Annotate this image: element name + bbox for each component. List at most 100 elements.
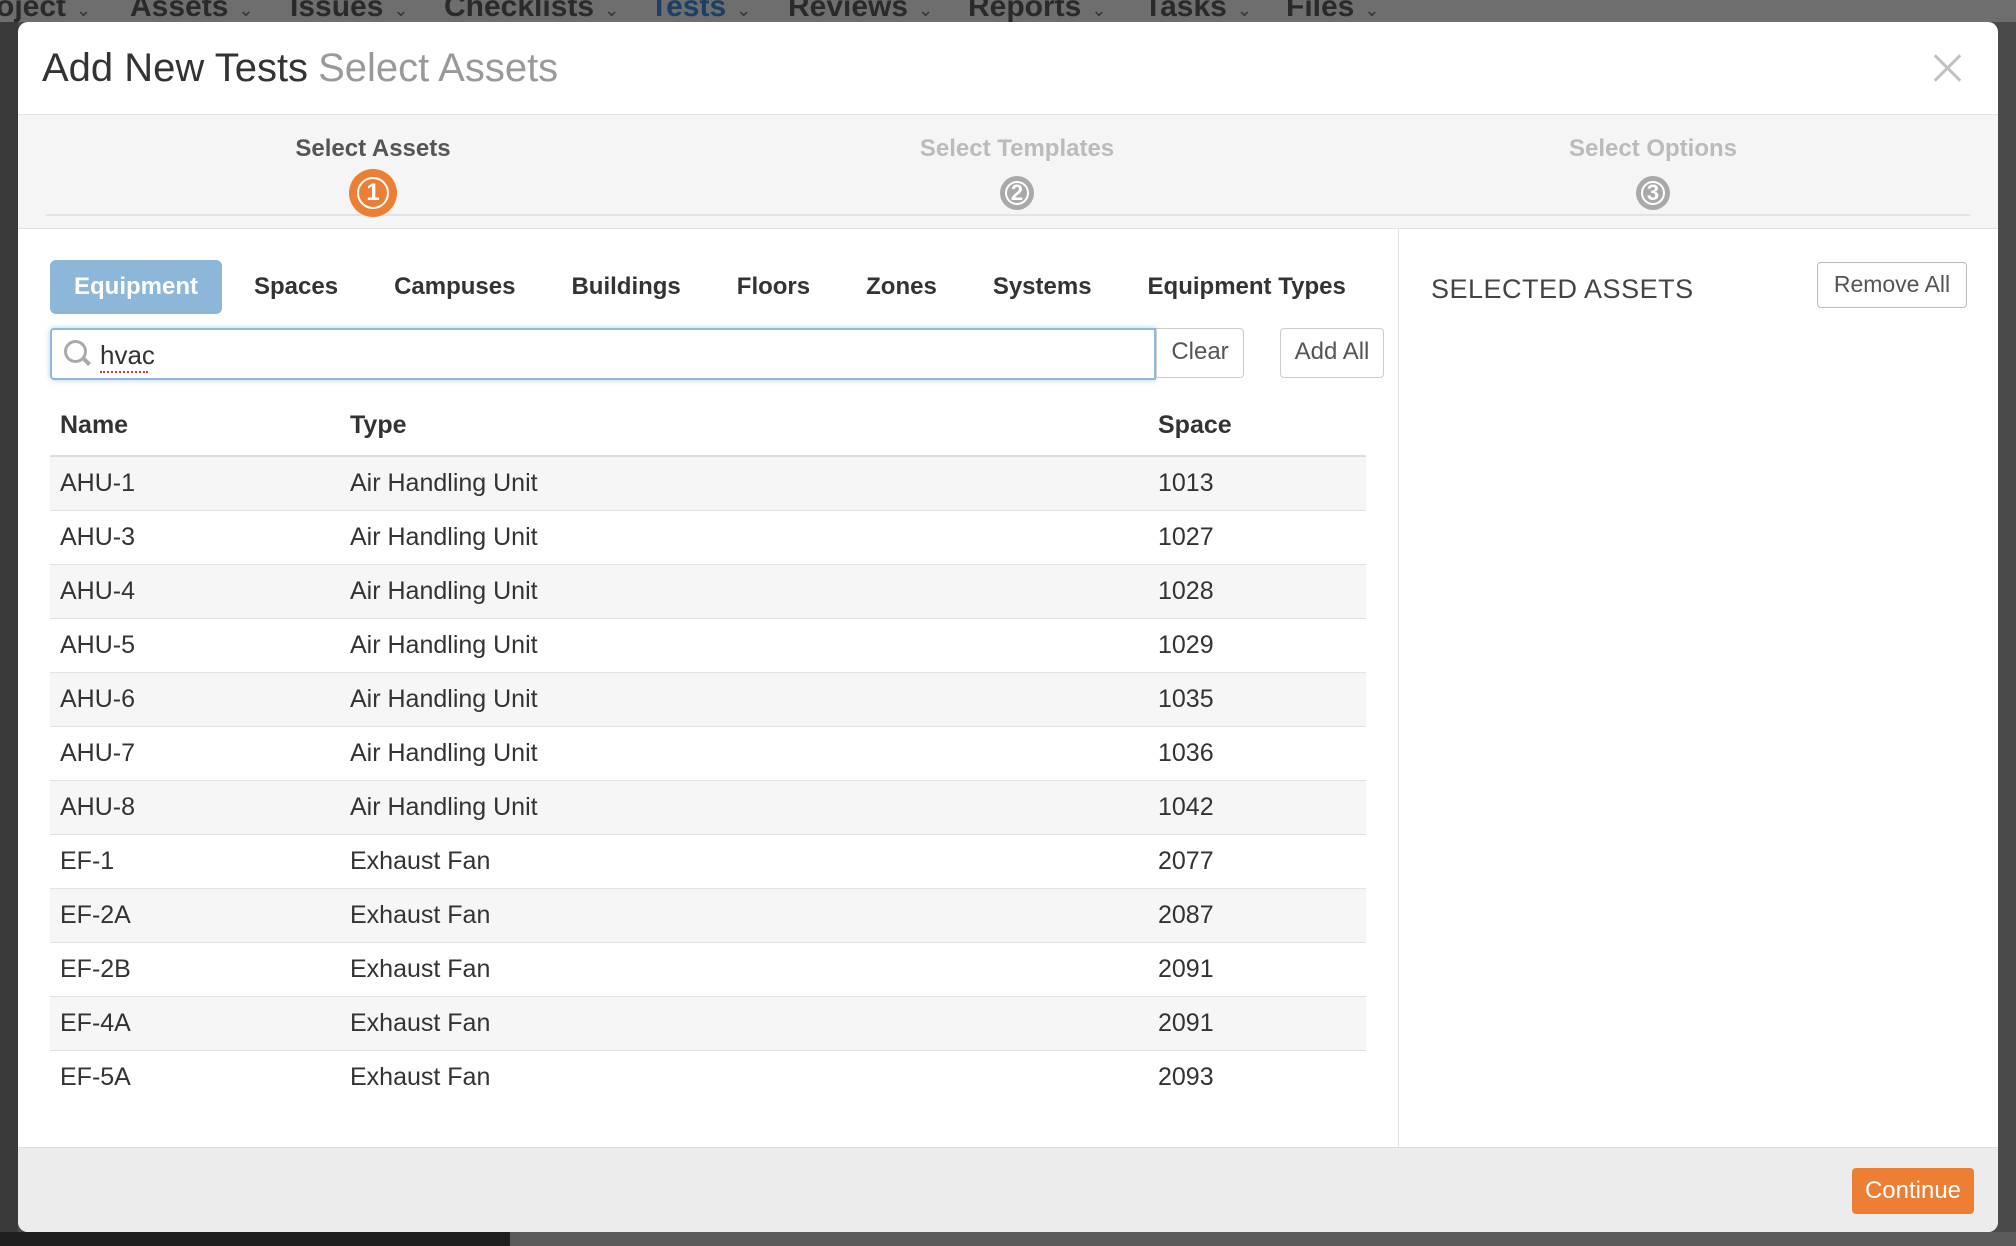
modal-title: Add New Tests Select Assets: [42, 46, 558, 91]
spellcheck-underline: [100, 370, 148, 373]
close-icon[interactable]: [1928, 48, 1968, 88]
cell-name: AHU-5: [50, 618, 340, 673]
cell-space: 2087: [1148, 888, 1366, 943]
search-box: [50, 328, 1156, 380]
tab-systems[interactable]: Systems: [969, 260, 1116, 314]
cell-type: Air Handling Unit: [340, 780, 1148, 835]
table-row[interactable]: EF-4A Exhaust Fan 2091: [50, 996, 1366, 1051]
cell-type: Exhaust Fan: [340, 834, 1148, 889]
modal-title-main: Add New Tests: [42, 46, 309, 90]
cell-name: AHU-3: [50, 510, 340, 565]
cell-type: Air Handling Unit: [340, 672, 1148, 727]
tab-campuses[interactable]: Campuses: [370, 260, 539, 314]
cell-type: Air Handling Unit: [340, 564, 1148, 619]
clear-button[interactable]: Clear: [1156, 328, 1244, 378]
cell-name: AHU-6: [50, 672, 340, 727]
cell-type: Exhaust Fan: [340, 996, 1148, 1051]
bg-nav-project: oject ⌄: [0, 0, 92, 23]
search-row: Clear Add All: [50, 328, 1384, 380]
cell-space: 2091: [1148, 996, 1366, 1051]
table-row[interactable]: AHU-5 Air Handling Unit 1029: [50, 618, 1366, 673]
cell-name: EF-2A: [50, 888, 340, 943]
cell-name: EF-1: [50, 834, 340, 889]
step-number-badge: 3: [1636, 176, 1670, 210]
cell-name: EF-2B: [50, 942, 340, 997]
add-all-button[interactable]: Add All: [1280, 328, 1384, 378]
table-header-row: Name Type Space: [50, 396, 1366, 457]
cell-space: 1027: [1148, 510, 1366, 565]
table-row[interactable]: AHU-1 Air Handling Unit 1013: [50, 456, 1366, 511]
step-select-assets[interactable]: Select Assets 1: [173, 115, 573, 229]
cell-type: Air Handling Unit: [340, 618, 1148, 673]
continue-button[interactable]: Continue: [1852, 1168, 1974, 1214]
cell-space: 1029: [1148, 618, 1366, 673]
bg-nav-files: Files ⌄: [1286, 0, 1380, 23]
tab-equipment[interactable]: Equipment: [50, 260, 222, 314]
cell-name: AHU-8: [50, 780, 340, 835]
cell-space: 1042: [1148, 780, 1366, 835]
column-header-name[interactable]: Name: [50, 396, 340, 457]
remove-all-button[interactable]: Remove All: [1817, 262, 1967, 308]
cell-type: Exhaust Fan: [340, 942, 1148, 997]
tab-floors[interactable]: Floors: [713, 260, 834, 314]
cell-space: 1028: [1148, 564, 1366, 619]
table-row[interactable]: AHU-4 Air Handling Unit 1028: [50, 564, 1366, 619]
modal-header: Add New Tests Select Assets: [18, 22, 1998, 115]
cell-space: 1035: [1148, 672, 1366, 727]
cell-space: 2093: [1158, 1062, 1214, 1091]
cell-type: Air Handling Unit: [340, 510, 1148, 565]
bg-nav-reviews: Reviews ⌄: [788, 0, 934, 23]
cell-space: 2091: [1148, 942, 1366, 997]
table-row[interactable]: EF-1 Exhaust Fan 2077: [50, 834, 1366, 889]
step-number-badge: 2: [1000, 176, 1034, 210]
tab-zones[interactable]: Zones: [842, 260, 961, 314]
search-input[interactable]: [100, 338, 1140, 372]
table-row[interactable]: AHU-8 Air Handling Unit 1042: [50, 780, 1366, 835]
background-footer: [0, 1232, 510, 1246]
background-nav-bar: oject ⌄ Assets ⌄ Issues ⌄ Checklists ⌄ Tests…: [0, 0, 2016, 23]
cell-name: AHU-7: [50, 726, 340, 781]
step-label: Select Assets: [295, 135, 451, 162]
bg-nav-checklists: Checklists ⌄: [444, 0, 620, 23]
table-row[interactable]: EF-5A Exhaust Fan 2093: [50, 1050, 1366, 1104]
step-number-badge: 1: [349, 169, 397, 217]
cell-type: Air Handling Unit: [340, 726, 1148, 781]
bg-nav-tests: Tests ⌄: [650, 0, 752, 23]
selected-assets-title: SELECTED ASSETS: [1431, 274, 1694, 304]
background-sidebar: [0, 22, 18, 1246]
step-label: Select Options: [1568, 135, 1738, 162]
cell-name: EF-5A: [60, 1062, 131, 1091]
cell-space: 1013: [1148, 456, 1366, 511]
cell-type: Exhaust Fan: [350, 1062, 491, 1091]
cell-space: 1036: [1148, 726, 1366, 781]
table-row[interactable]: AHU-6 Air Handling Unit 1035: [50, 672, 1366, 727]
asset-browser-pane: Equipment Spaces Campuses Buildings Floors Zo…: [18, 229, 1398, 1147]
table-row[interactable]: EF-2B Exhaust Fan 2091: [50, 942, 1366, 997]
column-header-type[interactable]: Type: [340, 396, 1148, 457]
step-select-templates[interactable]: Select Templates 2: [817, 115, 1217, 229]
table-row[interactable]: AHU-7 Air Handling Unit 1036: [50, 726, 1366, 781]
bg-nav-reports: Reports ⌄: [968, 0, 1107, 23]
search-icon: [64, 340, 90, 366]
column-header-space[interactable]: Space: [1148, 396, 1366, 457]
cell-name: EF-4A: [50, 996, 340, 1051]
asset-type-tabs: Equipment Spaces Campuses Buildings Floors Zo…: [50, 260, 1378, 314]
assets-table: Name Type Space AHU-1 Air Handling Unit 10…: [50, 396, 1366, 1104]
table-row[interactable]: EF-2A Exhaust Fan 2087: [50, 888, 1366, 943]
bg-nav-tasks: Tasks ⌄: [1144, 0, 1252, 23]
tab-equipment-types[interactable]: Equipment Types: [1124, 260, 1370, 314]
cell-space: 2077: [1148, 834, 1366, 889]
cell-type: Air Handling Unit: [340, 456, 1148, 511]
modal-subtitle: Select Assets: [318, 46, 559, 90]
cell-name: AHU-1: [50, 456, 340, 511]
add-new-tests-modal: Add New Tests Select Assets Select Assets…: [18, 22, 1998, 1232]
tab-buildings[interactable]: Buildings: [547, 260, 704, 314]
cell-name: AHU-4: [50, 564, 340, 619]
table-row[interactable]: AHU-3 Air Handling Unit 1027: [50, 510, 1366, 565]
bg-nav-assets: Assets ⌄: [130, 0, 254, 23]
modal-footer: Continue: [18, 1147, 1998, 1232]
tab-spaces[interactable]: Spaces: [230, 260, 362, 314]
step-select-options[interactable]: Select Options 3: [1453, 115, 1853, 229]
step-label: Select Templates: [919, 135, 1115, 162]
wizard-steps: Select Assets 1 Select Templates 2 Selec…: [18, 115, 1998, 229]
